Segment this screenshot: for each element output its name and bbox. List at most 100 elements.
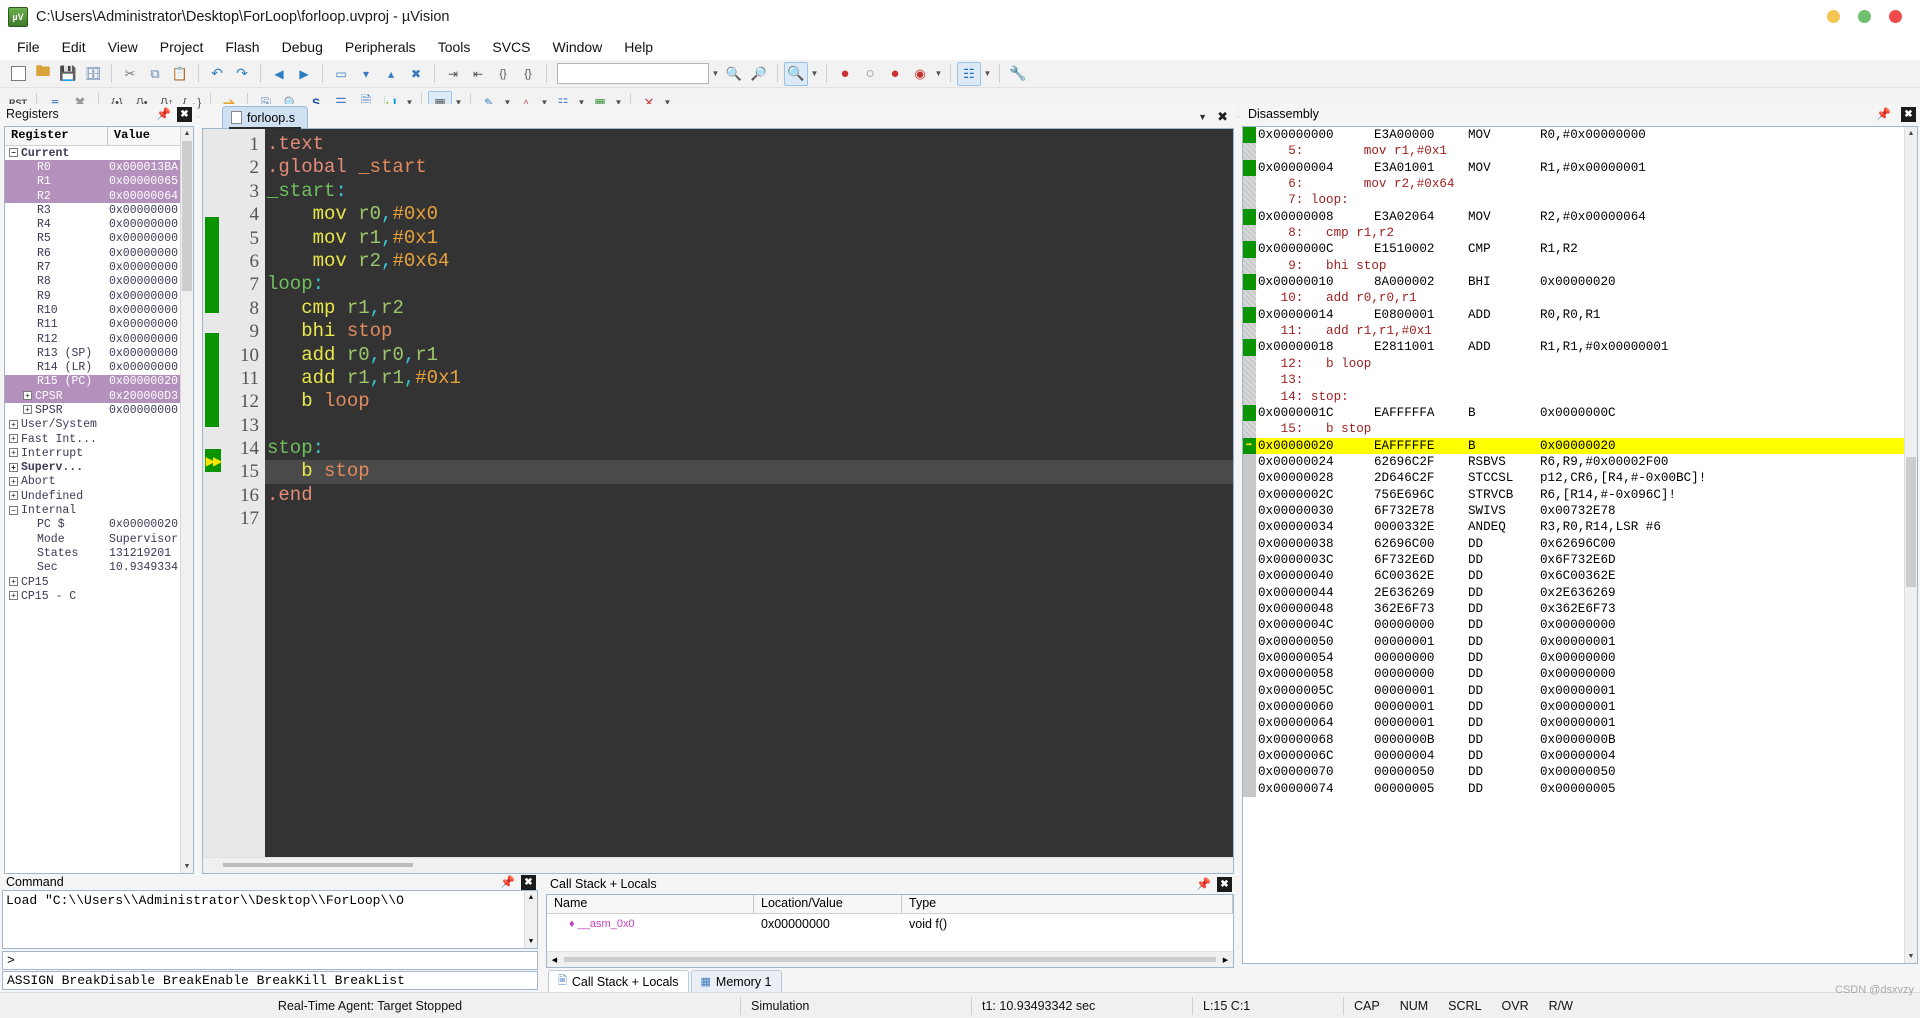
- undo-icon[interactable]: ↶: [205, 62, 229, 86]
- browse-icon[interactable]: 🔎: [747, 62, 771, 86]
- disassembly-row[interactable]: 6: mov r2,#0x64: [1243, 176, 1917, 193]
- find-in-files-icon[interactable]: 🔍: [722, 62, 746, 86]
- code-marker-icon[interactable]: [1243, 208, 1256, 226]
- register-row[interactable]: R6 0x00000000: [5, 246, 193, 260]
- register-row[interactable]: PC $ 0x00000020: [5, 518, 193, 532]
- expand-icon[interactable]: +: [9, 476, 18, 486]
- menu-item-flash[interactable]: Flash: [214, 37, 270, 57]
- pin-icon[interactable]: 📌: [1876, 107, 1895, 121]
- collapse-icon[interactable]: −: [9, 148, 18, 158]
- callstack-horizontal-scrollbar[interactable]: ◀ ▶: [547, 951, 1233, 967]
- configure-icon[interactable]: 🔧: [1006, 62, 1030, 86]
- cut-icon[interactable]: ✂: [118, 62, 142, 86]
- scroll-down-icon[interactable]: ▼: [181, 860, 193, 873]
- disassembly-row[interactable]: 0x00000044 2E636269 DD 0x2E636269: [1243, 584, 1917, 601]
- menu-item-edit[interactable]: Edit: [51, 37, 97, 57]
- editor-window-list-chevron-down-icon[interactable]: ▼: [1198, 112, 1207, 122]
- nav-forward-icon[interactable]: ▶: [292, 62, 316, 86]
- close-button[interactable]: [1889, 10, 1902, 23]
- registers-tree[interactable]: Register Value − Current R0 0x000013BA R1 0x0…: [4, 126, 194, 874]
- register-row[interactable]: − Internal: [5, 503, 193, 517]
- code-marker-icon[interactable]: [1243, 274, 1256, 291]
- tab-call-stack-locals[interactable]: 🗎 Call Stack + Locals: [548, 970, 689, 992]
- disassembly-row[interactable]: 0x00000018 E2811001 ADD R1,R1,#0x00000001: [1243, 339, 1917, 356]
- scroll-up-icon[interactable]: ▲: [181, 127, 193, 140]
- menu-item-view[interactable]: View: [97, 37, 149, 57]
- open-file-icon[interactable]: 🖿: [31, 62, 55, 86]
- paste-icon[interactable]: 📋: [168, 62, 192, 86]
- register-row[interactable]: − Current: [5, 146, 193, 160]
- disassembly-row[interactable]: 0x00000068 0000000B DD 0x0000000B: [1243, 731, 1917, 749]
- disassembly-row[interactable]: 0x0000001C EAFFFFFA B 0x0000000C: [1243, 404, 1917, 422]
- expand-icon[interactable]: +: [9, 448, 18, 458]
- expand-icon[interactable]: +: [9, 419, 18, 429]
- disassembly-row[interactable]: 10: add r0,r0,r1: [1243, 290, 1917, 307]
- disassembly-row[interactable]: 0x00000000 E3A00000 MOV R0,#0x00000000: [1243, 127, 1917, 144]
- registers-scrollbar[interactable]: ▲ ▼: [180, 127, 193, 873]
- register-row[interactable]: + Superv...: [5, 461, 193, 475]
- tab-memory-1[interactable]: ▦ Memory 1: [690, 970, 782, 992]
- new-file-icon[interactable]: [6, 62, 30, 86]
- expand-icon[interactable]: +: [9, 491, 18, 501]
- register-row[interactable]: R15 (PC) 0x00000020: [5, 374, 193, 390]
- disassembly-row[interactable]: 0x00000008 E3A02064 MOV R2,#0x00000064: [1243, 208, 1917, 226]
- editor-code-line[interactable]: .text: [265, 133, 1233, 156]
- save-icon[interactable]: 💾: [56, 62, 80, 86]
- disassembly-row[interactable]: 15: b stop: [1243, 421, 1917, 438]
- disassembly-row[interactable]: 7: loop:: [1243, 192, 1917, 209]
- register-row[interactable]: R11 0x00000000: [5, 318, 193, 332]
- disassembly-row[interactable]: 12: b loop: [1243, 355, 1917, 373]
- comment-icon[interactable]: {}: [491, 62, 515, 86]
- editor-tab-forloop-s[interactable]: forloop.s: [222, 106, 308, 129]
- disassembly-row-list[interactable]: 0x00000000 E3A00000 MOV R0,#0x00000000 5: m…: [1243, 127, 1917, 963]
- editor-close-icon[interactable]: ✖: [1217, 109, 1228, 125]
- callstack-hscroll-thumb[interactable]: [564, 957, 1216, 962]
- menu-item-window[interactable]: Window: [542, 37, 614, 57]
- register-row[interactable]: + SPSR 0x00000000: [5, 403, 193, 417]
- disassembly-row[interactable]: 0x0000003C 6F732E6D DD 0x6F732E6D: [1243, 551, 1917, 569]
- register-row[interactable]: + Interrupt: [5, 446, 193, 460]
- outdent-icon[interactable]: ⇤: [466, 62, 490, 86]
- editor-code-line[interactable]: [265, 507, 1233, 530]
- expand-icon[interactable]: +: [9, 577, 18, 587]
- code-marker-icon[interactable]: [1243, 306, 1256, 324]
- register-row[interactable]: + CP15: [5, 575, 193, 589]
- scroll-right-icon[interactable]: ▶: [1218, 952, 1233, 967]
- editor-code-line[interactable]: b stop: [265, 460, 1233, 484]
- menu-item-debug[interactable]: Debug: [271, 37, 334, 57]
- scroll-left-icon[interactable]: ◀: [547, 952, 562, 967]
- collapse-icon[interactable]: −: [9, 505, 18, 515]
- disassembly-row[interactable]: 0x00000028 2D646C2F STCCSL p12,CR6,[R4,#-0x…: [1243, 470, 1917, 487]
- disassembly-row[interactable]: 0x00000064 00000001 DD 0x00000001: [1243, 715, 1917, 732]
- disassembly-row[interactable]: 0x00000048 362E6F73 DD 0x362E6F73: [1243, 600, 1917, 618]
- register-row[interactable]: R1 0x00000065: [5, 174, 193, 189]
- breakpoint-marker[interactable]: [205, 333, 219, 427]
- insert-breakpoint-icon[interactable]: ●: [833, 62, 857, 86]
- search-combo-chevron-down-icon[interactable]: ▼: [710, 62, 721, 86]
- register-row[interactable]: + CP15 - C: [5, 589, 193, 603]
- disassembly-row[interactable]: 0x00000074 00000005 DD 0x00000005: [1243, 780, 1917, 798]
- magnifier-icon[interactable]: 🔍: [784, 61, 808, 86]
- register-row[interactable]: + Abort: [5, 475, 193, 489]
- table-row[interactable]: ♦ __asm_0x0 0x00000000 void f(): [547, 914, 1233, 933]
- copy-icon[interactable]: ⧉: [143, 62, 167, 86]
- register-row[interactable]: R4 0x00000000: [5, 217, 193, 231]
- register-row[interactable]: States 131219201: [5, 546, 193, 560]
- scroll-up-icon[interactable]: ▲: [525, 891, 537, 904]
- editor-code-line[interactable]: loop:: [265, 273, 1233, 296]
- disassembly-row[interactable]: 0x00000070 00000050 DD 0x00000050: [1243, 764, 1917, 781]
- disassembly-body[interactable]: 0x00000000 E3A00000 MOV R0,#0x00000000 5: m…: [1242, 126, 1918, 964]
- register-row[interactable]: R2 0x00000064: [5, 188, 193, 204]
- manage-project-icon[interactable]: ☷: [957, 61, 981, 86]
- register-row[interactable]: + User/System: [5, 418, 193, 432]
- close-icon[interactable]: ✖: [1217, 876, 1232, 892]
- code-marker-icon[interactable]: [1243, 159, 1256, 177]
- close-icon[interactable]: ✖: [521, 874, 536, 890]
- editor-code-line[interactable]: .end: [265, 484, 1233, 507]
- disassembly-row[interactable]: 0x0000006C 00000004 DD 0x00000004: [1243, 748, 1917, 765]
- pin-icon[interactable]: 📌: [156, 107, 171, 121]
- disassembly-row[interactable]: 5: mov r1,#0x1: [1243, 143, 1917, 160]
- pin-icon[interactable]: 📌: [1196, 877, 1211, 891]
- code-marker-icon[interactable]: [1243, 404, 1256, 422]
- editor-code-line[interactable]: _start:: [265, 180, 1233, 203]
